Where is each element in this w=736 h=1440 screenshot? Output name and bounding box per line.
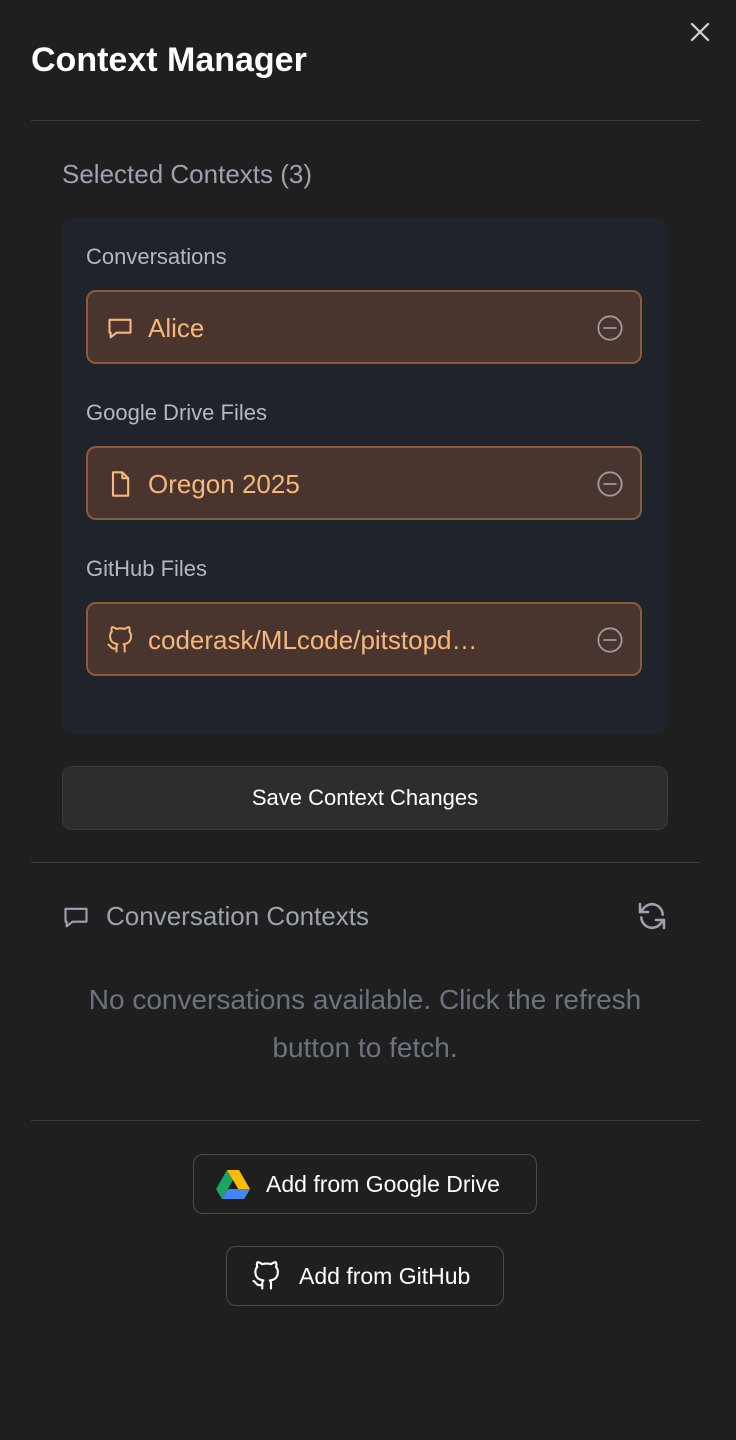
context-chip-label: Oregon 2025 xyxy=(148,469,300,499)
save-context-changes-button[interactable]: Save Context Changes xyxy=(62,766,668,830)
file-icon xyxy=(106,470,134,498)
context-chip-github[interactable]: coderask/MLcode/pitstopd… xyxy=(86,602,642,676)
close-button[interactable] xyxy=(684,16,716,48)
refresh-icon xyxy=(638,902,666,930)
remove-context-button[interactable] xyxy=(596,314,624,342)
divider xyxy=(31,862,700,863)
selected-contexts-box: Conversations Alice Google Drive Files O… xyxy=(62,218,668,734)
divider xyxy=(31,1120,700,1121)
context-chip-conversation[interactable]: Alice xyxy=(86,290,642,364)
empty-conversations-message: No conversations available. Click the re… xyxy=(88,984,642,1063)
add-from-github-label: Add from GitHub xyxy=(299,1262,471,1289)
close-icon xyxy=(690,22,710,42)
google-drive-icon xyxy=(216,1167,250,1201)
add-from-google-drive-button[interactable]: Add from Google Drive xyxy=(193,1154,537,1214)
context-manager-panel: Context Manager Selected Contexts (3) Co… xyxy=(0,0,736,1440)
selected-contexts-heading: Selected Contexts (3) xyxy=(62,159,313,189)
minus-circle-icon xyxy=(597,315,623,341)
add-from-github-button[interactable]: Add from GitHub xyxy=(226,1246,504,1306)
context-chip-label: coderask/MLcode/pitstopd… xyxy=(148,625,478,655)
minus-circle-icon xyxy=(597,627,623,653)
github-icon xyxy=(106,626,134,654)
page-title: Context Manager xyxy=(31,41,307,79)
group-label-github: GitHub Files xyxy=(86,556,208,581)
divider xyxy=(31,120,700,121)
minus-circle-icon xyxy=(597,471,623,497)
group-label-google-drive: Google Drive Files xyxy=(86,400,267,425)
remove-context-button[interactable] xyxy=(596,626,624,654)
refresh-button[interactable] xyxy=(634,898,670,934)
conversation-contexts-heading: Conversation Contexts xyxy=(106,901,370,931)
chat-bubble-icon xyxy=(106,314,134,342)
group-label-conversations: Conversations xyxy=(86,244,227,269)
github-icon xyxy=(249,1259,283,1293)
context-chip-google-drive[interactable]: Oregon 2025 xyxy=(86,446,642,520)
chat-bubble-icon xyxy=(62,903,90,931)
context-chip-label: Alice xyxy=(148,313,205,343)
remove-context-button[interactable] xyxy=(596,470,624,498)
add-from-google-drive-label: Add from Google Drive xyxy=(266,1170,500,1197)
